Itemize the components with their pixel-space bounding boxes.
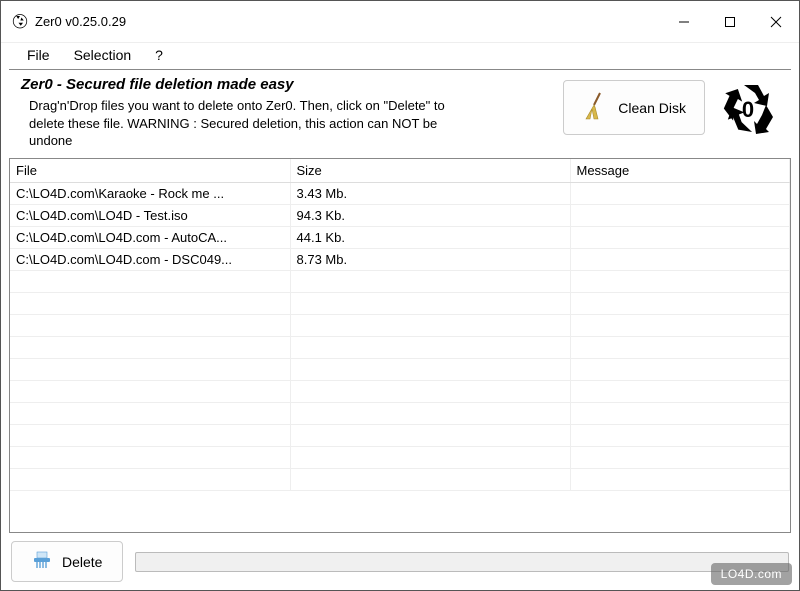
progress-bar [135, 552, 789, 572]
minimize-icon [678, 16, 690, 28]
cell-file [10, 336, 290, 358]
cell-size [290, 314, 570, 336]
delete-label: Delete [62, 554, 102, 570]
close-button[interactable] [753, 1, 799, 43]
cell-file: C:\LO4D.com\LO4D - Test.iso [10, 204, 290, 226]
cell-size [290, 446, 570, 468]
cell-file [10, 270, 290, 292]
table-row[interactable]: C:\LO4D.com\Karaoke - Rock me ...3.43 Mb… [10, 182, 790, 204]
maximize-icon [724, 16, 736, 28]
table-row [10, 314, 790, 336]
menu-help[interactable]: ? [145, 45, 173, 65]
recycle-icon [11, 13, 29, 31]
cell-message [570, 204, 790, 226]
table-row [10, 358, 790, 380]
cell-size: 44.1 Kb. [290, 226, 570, 248]
file-list[interactable]: File Size Message C:\LO4D.com\Karaoke - … [9, 158, 791, 533]
cell-message [570, 336, 790, 358]
table-row [10, 380, 790, 402]
cell-size [290, 336, 570, 358]
table-row [10, 468, 790, 490]
cell-message [570, 358, 790, 380]
cell-file [10, 424, 290, 446]
cell-message [570, 292, 790, 314]
cell-file [10, 380, 290, 402]
app-window: Zer0 v0.25.0.29 File Selection ? Zer0 - … [0, 0, 800, 591]
file-table: File Size Message C:\LO4D.com\Karaoke - … [10, 159, 790, 491]
recycle-logo: 0 [715, 78, 781, 140]
header-title: Zer0 - Secured file deletion made easy [21, 76, 553, 93]
cell-file [10, 314, 290, 336]
cell-size [290, 358, 570, 380]
header-panel: Zer0 - Secured file deletion made easy D… [9, 70, 791, 158]
cell-size: 3.43 Mb. [290, 182, 570, 204]
close-icon [770, 16, 782, 28]
cell-file: C:\LO4D.com\LO4D.com - AutoCA... [10, 226, 290, 248]
bottom-bar: Delete [1, 533, 799, 590]
cell-message [570, 226, 790, 248]
cell-size [290, 270, 570, 292]
cell-size [290, 402, 570, 424]
table-row [10, 292, 790, 314]
table-header-row: File Size Message [10, 159, 790, 183]
cell-size [290, 380, 570, 402]
clean-disk-button[interactable]: Clean Disk [563, 80, 705, 135]
col-header-message[interactable]: Message [570, 159, 790, 183]
col-header-size[interactable]: Size [290, 159, 570, 183]
menubar: File Selection ? [9, 43, 791, 70]
menu-file[interactable]: File [17, 45, 60, 65]
cell-file [10, 446, 290, 468]
minimize-button[interactable] [661, 1, 707, 43]
cell-size [290, 468, 570, 490]
broom-icon [582, 91, 608, 124]
window-title: Zer0 v0.25.0.29 [35, 14, 126, 29]
menu-selection[interactable]: Selection [64, 45, 142, 65]
cell-file: C:\LO4D.com\LO4D.com - DSC049... [10, 248, 290, 270]
maximize-button[interactable] [707, 1, 753, 43]
cell-message [570, 270, 790, 292]
header-description: Drag'n'Drop files you want to delete ont… [21, 97, 461, 150]
clean-disk-label: Clean Disk [618, 100, 686, 116]
watermark: LO4D.com [711, 563, 792, 585]
cell-file [10, 358, 290, 380]
cell-message [570, 468, 790, 490]
cell-file [10, 292, 290, 314]
cell-file [10, 468, 290, 490]
table-row [10, 402, 790, 424]
cell-size: 94.3 Kb. [290, 204, 570, 226]
cell-message [570, 424, 790, 446]
col-header-file[interactable]: File [10, 159, 290, 183]
shredder-icon [32, 550, 52, 573]
cell-size [290, 424, 570, 446]
cell-size [290, 292, 570, 314]
svg-text:0: 0 [742, 97, 754, 122]
table-row[interactable]: C:\LO4D.com\LO4D - Test.iso94.3 Kb. [10, 204, 790, 226]
table-row [10, 424, 790, 446]
table-row[interactable]: C:\LO4D.com\LO4D.com - DSC049...8.73 Mb. [10, 248, 790, 270]
cell-message [570, 314, 790, 336]
cell-message [570, 182, 790, 204]
header-text: Zer0 - Secured file deletion made easy D… [21, 76, 553, 150]
cell-message [570, 248, 790, 270]
cell-file: C:\LO4D.com\Karaoke - Rock me ... [10, 182, 290, 204]
cell-message [570, 402, 790, 424]
titlebar: Zer0 v0.25.0.29 [1, 1, 799, 43]
table-row [10, 336, 790, 358]
table-row [10, 270, 790, 292]
cell-message [570, 446, 790, 468]
table-row[interactable]: C:\LO4D.com\LO4D.com - AutoCA...44.1 Kb. [10, 226, 790, 248]
delete-button[interactable]: Delete [11, 541, 123, 582]
cell-size: 8.73 Mb. [290, 248, 570, 270]
cell-message [570, 380, 790, 402]
cell-file [10, 402, 290, 424]
table-row [10, 446, 790, 468]
